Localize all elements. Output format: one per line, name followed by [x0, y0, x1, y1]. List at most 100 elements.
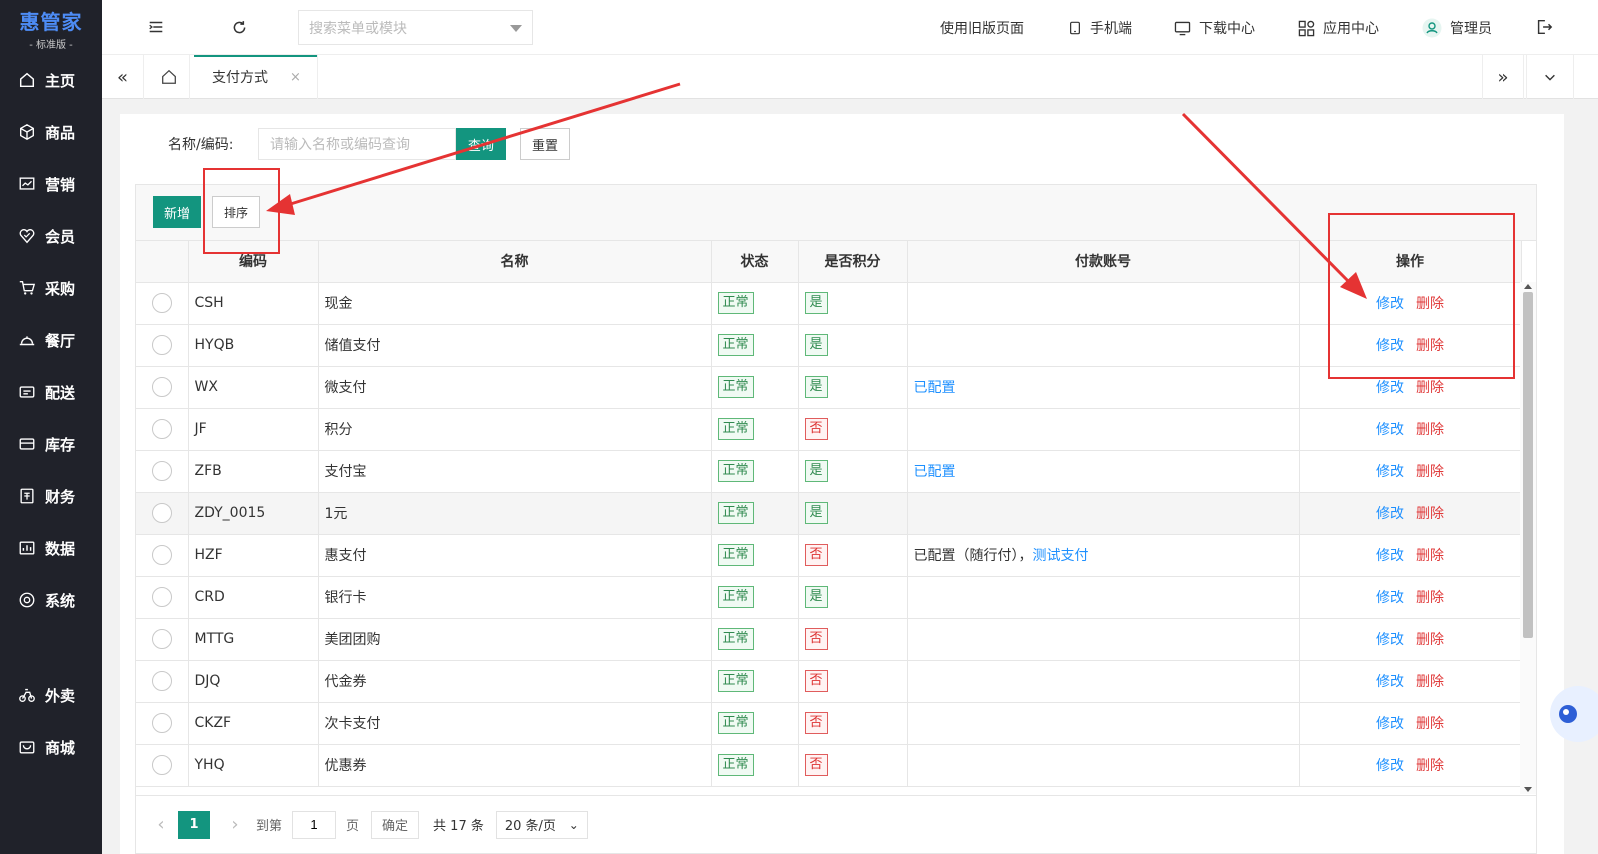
header-points[interactable]: 是否积分: [798, 241, 908, 283]
delete-link[interactable]: 删除: [1416, 506, 1444, 522]
edit-link[interactable]: 修改: [1376, 632, 1404, 648]
scroll-up-icon[interactable]: [1524, 284, 1532, 289]
page-size-select[interactable]: 20 条/页 ⌄: [495, 810, 588, 839]
sidebar-item-7[interactable]: 库存: [0, 418, 102, 470]
row-radio[interactable]: [151, 713, 172, 733]
table-row[interactable]: JF 积分 正常 否 修改 删除: [136, 408, 1522, 451]
row-radio[interactable]: [151, 587, 172, 607]
mobile-link[interactable]: 手机端: [1068, 18, 1132, 38]
download-link[interactable]: 下载中心: [1174, 18, 1255, 38]
account-link[interactable]: 测试支付: [1033, 548, 1089, 564]
sidebar-item-5[interactable]: 餐厅: [0, 314, 102, 366]
old-page-link[interactable]: 使用旧版页面: [940, 18, 1024, 38]
row-radio[interactable]: [151, 461, 172, 481]
tab-payment-methods[interactable]: 支付方式 ×: [194, 55, 318, 99]
goto-page-input[interactable]: [292, 810, 337, 839]
scroll-down-icon[interactable]: [1524, 787, 1532, 792]
table-row[interactable]: HYQB 储值支付 正常 是 修改 删除: [136, 324, 1522, 367]
account-link[interactable]: 已配置: [914, 380, 956, 396]
delete-link[interactable]: 删除: [1416, 548, 1444, 564]
row-radio[interactable]: [151, 671, 172, 691]
tabs-scroll-right-icon[interactable]: »: [1482, 55, 1524, 99]
sidebar-item-6[interactable]: 配送: [0, 366, 102, 418]
table-row[interactable]: ZFB 支付宝 正常 是 已配置 修改 删除: [136, 450, 1522, 493]
sidebar-item-0[interactable]: 主页: [0, 54, 102, 106]
sidebar-item-11[interactable]: 外卖: [0, 669, 102, 721]
delete-link[interactable]: 删除: [1416, 464, 1444, 480]
name-code-search-input[interactable]: [258, 128, 456, 160]
sidebar-item-8[interactable]: 财务: [0, 470, 102, 522]
apps-link[interactable]: 应用中心: [1298, 18, 1379, 38]
header-account[interactable]: 付款账号: [907, 241, 1300, 283]
table-row[interactable]: ZDY_0015 1元 正常 是 修改 删除: [136, 492, 1522, 535]
edit-link[interactable]: 修改: [1376, 758, 1404, 774]
query-button[interactable]: 查询: [456, 128, 506, 160]
table-row[interactable]: YHQ 优惠券 正常 否 修改 删除: [136, 744, 1522, 787]
reset-button[interactable]: 重置: [520, 128, 570, 160]
edit-link[interactable]: 修改: [1376, 716, 1404, 732]
table-row[interactable]: CKZF 次卡支付 正常 否 修改 删除: [136, 702, 1522, 745]
sidebar-item-1[interactable]: 商品: [0, 106, 102, 158]
sidebar-item-4[interactable]: 采购: [0, 262, 102, 314]
goto-confirm-button[interactable]: 确定: [371, 810, 420, 839]
sidebar-item-2[interactable]: 营销: [0, 158, 102, 210]
edit-link[interactable]: 修改: [1376, 380, 1404, 396]
row-radio[interactable]: [151, 755, 172, 775]
delete-link[interactable]: 删除: [1416, 380, 1444, 396]
delete-link[interactable]: 删除: [1416, 716, 1444, 732]
menu-search-select[interactable]: 搜索菜单或模块: [298, 10, 533, 45]
table-row[interactable]: MTTG 美团团购 正常 否 修改 删除: [136, 618, 1522, 661]
assistant-orb-icon[interactable]: [1544, 684, 1598, 744]
current-page-button[interactable]: 1: [178, 810, 210, 839]
edit-link[interactable]: 修改: [1376, 296, 1404, 312]
tabs-scroll-left-icon[interactable]: «: [102, 55, 144, 99]
next-page-icon[interactable]: ›: [224, 814, 246, 835]
edit-link[interactable]: 修改: [1376, 674, 1404, 690]
table-row[interactable]: WX 微支付 正常 是 已配置 修改 删除: [136, 366, 1522, 409]
delete-link[interactable]: 删除: [1416, 422, 1444, 438]
row-radio[interactable]: [151, 629, 172, 649]
prev-page-icon[interactable]: ‹: [150, 814, 172, 835]
row-radio[interactable]: [151, 545, 172, 565]
delete-link[interactable]: 删除: [1416, 758, 1444, 774]
edit-link[interactable]: 修改: [1376, 506, 1404, 522]
table-row[interactable]: CRD 银行卡 正常 是 修改 删除: [136, 576, 1522, 619]
edit-link[interactable]: 修改: [1376, 464, 1404, 480]
logout-icon[interactable]: [1534, 17, 1554, 37]
user-menu[interactable]: 管理员: [1422, 18, 1492, 38]
delete-link[interactable]: 删除: [1416, 590, 1444, 606]
home-tab-icon[interactable]: [148, 55, 190, 99]
row-radio[interactable]: [151, 335, 172, 355]
row-radio[interactable]: [151, 293, 172, 313]
account-link[interactable]: 已配置: [914, 464, 956, 480]
refresh-icon[interactable]: [229, 17, 249, 37]
row-radio[interactable]: [151, 377, 172, 397]
sidebar-item-9[interactable]: 数据: [0, 522, 102, 574]
table-row[interactable]: DJQ 代金券 正常 否 修改 删除: [136, 660, 1522, 703]
header-code[interactable]: 编码: [188, 241, 319, 283]
table-row[interactable]: CSH 现金 正常 是 修改 删除: [136, 282, 1522, 325]
menu-toggle-icon[interactable]: [146, 17, 166, 37]
row-radio[interactable]: [151, 503, 172, 523]
delete-link[interactable]: 删除: [1416, 632, 1444, 648]
edit-link[interactable]: 修改: [1376, 338, 1404, 354]
table-scrollbar[interactable]: [1520, 282, 1536, 794]
header-name[interactable]: 名称: [318, 241, 712, 283]
edit-link[interactable]: 修改: [1376, 422, 1404, 438]
table-row[interactable]: HZF 惠支付 正常否已配置（随行付），测试支付 修改 删除: [136, 534, 1522, 577]
tabs-dropdown-icon[interactable]: [1526, 55, 1574, 99]
sort-button[interactable]: 排序: [212, 196, 260, 228]
delete-link[interactable]: 删除: [1416, 338, 1444, 354]
header-status[interactable]: 状态: [711, 241, 799, 283]
sidebar-item-12[interactable]: 商城: [0, 721, 102, 773]
edit-link[interactable]: 修改: [1376, 548, 1404, 564]
delete-link[interactable]: 删除: [1416, 296, 1444, 312]
sidebar-item-3[interactable]: 会员: [0, 210, 102, 262]
delete-link[interactable]: 删除: [1416, 674, 1444, 690]
tab-close-icon[interactable]: ×: [290, 70, 301, 85]
add-button[interactable]: 新增: [153, 196, 201, 228]
row-radio[interactable]: [151, 419, 172, 439]
sidebar-item-10[interactable]: 系统: [0, 574, 102, 626]
scroll-thumb[interactable]: [1523, 292, 1533, 638]
edit-link[interactable]: 修改: [1376, 590, 1404, 606]
